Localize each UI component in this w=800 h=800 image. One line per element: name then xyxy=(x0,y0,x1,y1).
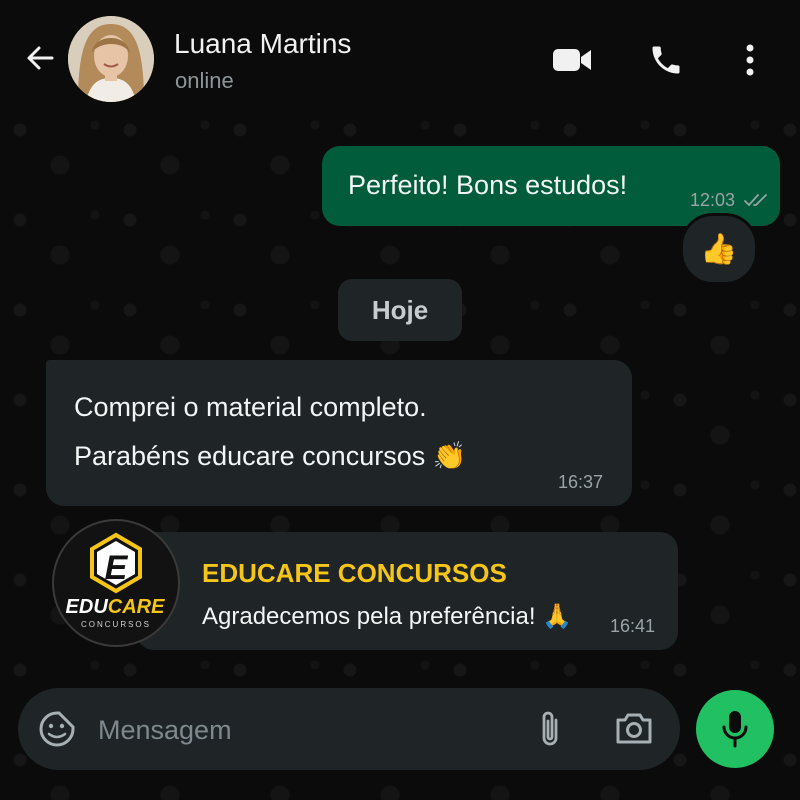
svg-text:EDUCARE: EDUCARE xyxy=(66,596,166,618)
back-button[interactable] xyxy=(22,40,58,76)
voice-call-icon xyxy=(652,46,680,74)
avatar-photo xyxy=(68,16,154,102)
educare-logo[interactable]: E EDUCARE CONCURSOS xyxy=(52,519,180,647)
message-bubble-incoming-business[interactable]: EDUCARE CONCURSOS Agradecemos pela prefe… xyxy=(136,532,678,650)
contact-status: online xyxy=(175,68,234,93)
back-arrow-icon xyxy=(27,46,54,70)
message-text: Perfeito! Bons estudos! xyxy=(348,170,628,200)
emoji-sticker-icon[interactable] xyxy=(38,710,76,748)
microphone-icon xyxy=(722,711,748,748)
svg-text:E: E xyxy=(105,549,129,587)
message-text-line-2: Parabéns educare concursos 👏 xyxy=(74,441,467,471)
message-time: 12:03 xyxy=(690,190,736,210)
sender-name: EDUCARE CONCURSOS xyxy=(202,558,507,588)
message-composer xyxy=(18,688,680,770)
read-ticks-icon xyxy=(744,194,767,207)
message-bubble-incoming[interactable]: Comprei o material completo. Parabéns ed… xyxy=(46,360,632,506)
attach-icon[interactable] xyxy=(536,708,564,750)
message-text: Agradecemos pela preferência! 🙏 xyxy=(202,603,573,630)
video-call-button[interactable] xyxy=(550,38,594,82)
chat-header: Luana Martins online xyxy=(0,0,800,110)
avatar[interactable] xyxy=(68,16,154,102)
message-time: 16:37 xyxy=(558,472,604,492)
video-call-icon xyxy=(553,49,591,71)
message-input[interactable] xyxy=(96,706,520,754)
voice-message-button[interactable] xyxy=(696,690,774,768)
contact-name[interactable]: Luana Martins xyxy=(174,28,351,60)
camera-icon[interactable] xyxy=(614,710,654,746)
reaction-badge[interactable]: 👍 xyxy=(680,213,758,285)
voice-call-button[interactable] xyxy=(644,38,688,82)
date-separator: Hoje xyxy=(338,279,462,341)
message-time: 16:41 xyxy=(610,616,656,636)
message-text-line-1: Comprei o material completo. xyxy=(74,392,427,422)
more-options-button[interactable] xyxy=(728,38,772,82)
educare-logo-image: E EDUCARE CONCURSOS xyxy=(66,532,166,629)
more-options-icon xyxy=(746,44,754,76)
svg-text:CONCURSOS: CONCURSOS xyxy=(81,620,151,629)
